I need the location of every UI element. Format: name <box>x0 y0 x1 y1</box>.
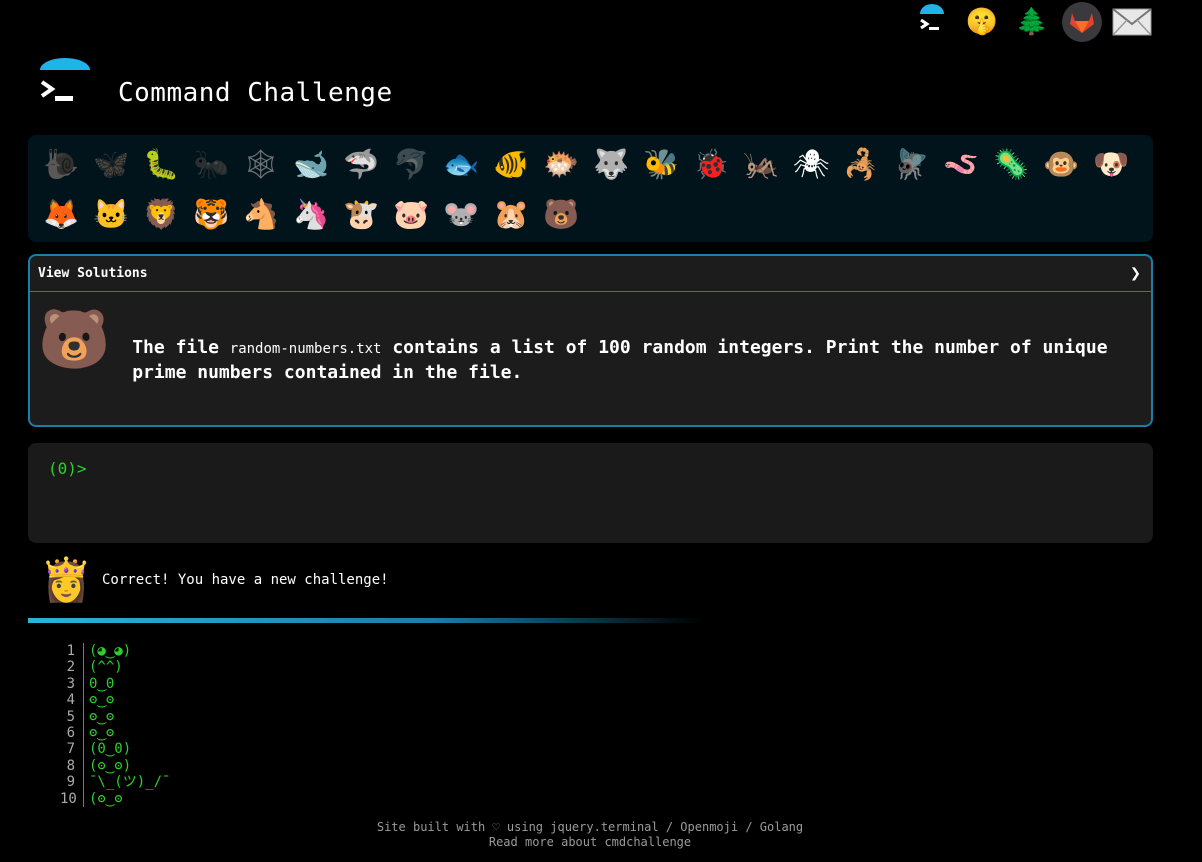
face-code: ʘ‿ʘ <box>89 708 115 725</box>
challenge-cat-icon[interactable]: 🐱 <box>86 189 136 239</box>
challenge-microbe-icon[interactable]: 🦠 <box>986 139 1036 189</box>
line-number: 3 <box>66 675 75 692</box>
challenge-wolf-icon[interactable]: 🐺 <box>586 139 636 189</box>
header: Command Challenge <box>38 58 393 112</box>
challenge-spider-icon[interactable]: 🕷 <box>786 139 836 189</box>
challenge-grid: 🐌 🦋 🐛 🐜 🕸 🐋 🦈 🐬 🐟 🐠 🐡 🐺 🐝 🐞 🦗 🕷 🦂 🪰 🪱 🦠 🐵 🐶 🦊 🐱 🦁 🐯 🐴 🦄 🐮 🐷 🐭 🐹 🐻 <box>28 135 1153 242</box>
challenge-cricket-icon[interactable]: 🦗 <box>736 139 786 189</box>
line-number: 1 <box>66 643 75 659</box>
face-codes: (◕‿◕) (^^) 0‿0 ʘ‿ʘ ʘ‿ʘ ʘ‿ʘ (0‿0) (ʘ‿ʘ) ¯\_(ツ)_/¯… <box>84 643 170 807</box>
face-code: ʘ‿ʘ <box>89 725 115 742</box>
face-code: 0‿0 <box>89 675 115 692</box>
challenge-dog-icon[interactable]: 🐶 <box>1086 139 1136 189</box>
line-number: 8 <box>66 757 75 774</box>
challenge-unicorn-icon[interactable]: 🦄 <box>286 189 336 239</box>
challenge-ladybug-icon[interactable]: 🐞 <box>686 139 736 189</box>
result-message: 👸 Correct! You have a new challenge! <box>40 555 389 605</box>
challenge-tropical-fish-icon[interactable]: 🐠 <box>486 139 536 189</box>
face-code: (◕‿◕) <box>89 643 132 659</box>
challenge-pig-icon[interactable]: 🐷 <box>386 189 436 239</box>
line-number: 6 <box>66 725 75 742</box>
view-solutions-toggle[interactable]: View Solutions ❯ <box>30 256 1151 292</box>
line-number: 2 <box>66 659 75 676</box>
line-number: 7 <box>66 741 75 758</box>
challenge-text-before: The file <box>132 337 230 358</box>
challenge-mouse-icon[interactable]: 🐭 <box>436 189 486 239</box>
challenge-cow-icon[interactable]: 🐮 <box>336 189 386 239</box>
footer: Site built with ♡ using jquery.terminal … <box>0 820 1180 850</box>
tree-icon[interactable]: 🌲 <box>1012 2 1052 42</box>
challenge-description: The file random-numbers.txt contains a l… <box>132 336 1121 384</box>
page-title: Command Challenge <box>118 78 393 108</box>
terminal-input[interactable]: (0)> <box>28 443 1153 543</box>
progress-bar <box>28 618 703 623</box>
challenge-butterfly-icon[interactable]: 🦋 <box>86 139 136 189</box>
challenge-filename: random-numbers.txt <box>229 341 382 357</box>
face-code: (^^) <box>89 659 123 676</box>
challenge-spider-web-icon[interactable]: 🕸 <box>236 139 286 189</box>
solutions-panel: View Solutions ❯ 🐻 The file random-numbe… <box>28 254 1153 427</box>
challenge-bear-icon[interactable]: 🐻 <box>536 189 586 239</box>
challenge-worm-icon[interactable]: 🪱 <box>936 139 986 189</box>
challenge-lion-icon[interactable]: 🦁 <box>136 189 186 239</box>
challenge-bee-icon[interactable]: 🐝 <box>636 139 686 189</box>
shushing-face-icon[interactable]: 🤫 <box>962 2 1002 42</box>
challenge-whale-icon[interactable]: 🐋 <box>286 139 336 189</box>
cmd-logo-icon[interactable] <box>912 2 952 42</box>
challenge-fly-icon[interactable]: 🪰 <box>886 139 936 189</box>
challenge-caterpillar-icon[interactable]: 🐛 <box>136 139 186 189</box>
top-nav: 🤫 🌲 <box>912 0 1152 44</box>
challenge-monkey-icon[interactable]: 🐵 <box>1036 139 1086 189</box>
bear-icon: 🐻 <box>38 305 111 373</box>
challenge-snail-icon[interactable]: 🐌 <box>36 139 86 189</box>
challenge-fox-icon[interactable]: 🦊 <box>36 189 86 239</box>
result-text: Correct! You have a new challenge! <box>102 572 389 588</box>
face-code: (ʘ‿ʘ) <box>89 757 132 774</box>
challenge-scorpion-icon[interactable]: 🦂 <box>836 139 886 189</box>
view-solutions-label: View Solutions <box>38 266 148 281</box>
face-code: (0‿0) <box>89 741 132 758</box>
face-code: ¯\_(ツ)_/¯ <box>89 774 171 791</box>
terminal-prompt: (0)> <box>48 459 87 478</box>
line-numbers: 1 2 3 4 5 6 7 8 9 10 <box>60 643 84 808</box>
challenge-hamster-icon[interactable]: 🐹 <box>486 189 536 239</box>
challenge-horse-icon[interactable]: 🐴 <box>236 189 286 239</box>
challenge-fish-icon[interactable]: 🐟 <box>436 139 486 189</box>
challenge-shark-icon[interactable]: 🦈 <box>336 139 386 189</box>
terminal-logo-icon[interactable] <box>38 58 92 112</box>
line-number: 4 <box>66 692 75 709</box>
challenge-tiger-icon[interactable]: 🐯 <box>186 189 236 239</box>
challenge-ant-icon[interactable]: 🐜 <box>186 139 236 189</box>
challenge-blowfish-icon[interactable]: 🐡 <box>536 139 586 189</box>
face-code: (ʘ‿ʘ <box>89 790 123 807</box>
chevron-right-icon: ❯ <box>1130 263 1141 284</box>
line-number: 10 <box>60 790 77 807</box>
face-code: ʘ‿ʘ <box>89 692 115 709</box>
gitlab-icon[interactable] <box>1062 2 1102 42</box>
challenge-dolphin-icon[interactable]: 🐬 <box>386 139 436 189</box>
footer-credits[interactable]: Site built with ♡ using jquery.terminal … <box>0 820 1180 835</box>
princess-icon: 👸 <box>40 555 93 604</box>
line-number: 9 <box>66 774 75 791</box>
faces-list: 1 2 3 4 5 6 7 8 9 10 (◕‿◕) (^^) 0‿0 ʘ‿ʘ ʘ‿ʘ ʘ‿ʘ (0‿0) (ʘ… <box>60 643 170 808</box>
line-number: 5 <box>66 708 75 725</box>
footer-about-link[interactable]: Read more about cmdchallenge <box>0 835 1180 850</box>
mail-icon[interactable] <box>1112 2 1152 42</box>
